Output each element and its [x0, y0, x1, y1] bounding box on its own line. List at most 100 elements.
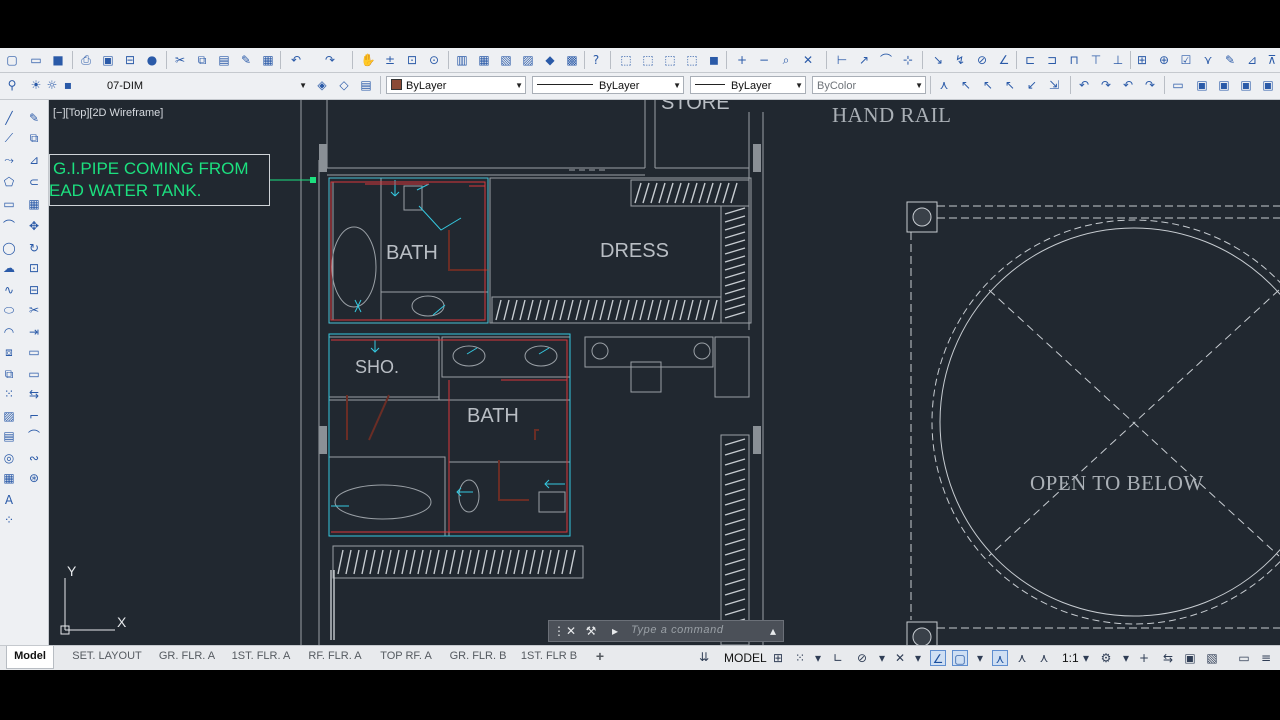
region-icon[interactable]: ◎: [1, 450, 17, 466]
fullscreen-icon[interactable]: ▭: [1236, 650, 1252, 666]
table-style-icon[interactable]: ↷: [1098, 77, 1114, 93]
zoom-window-icon[interactable]: ⊡: [404, 52, 420, 68]
infer-constraints-icon[interactable]: ∟: [830, 650, 846, 666]
tab-gr-flr-b[interactable]: GR. FLR. B: [445, 646, 511, 668]
chevron-down-icon[interactable]: ▾: [1078, 650, 1094, 666]
annotation-monitor-icon[interactable]: +: [1136, 650, 1152, 666]
circle-icon[interactable]: ◯: [1, 240, 17, 256]
isolate-objects-icon[interactable]: ⇆: [1160, 650, 1176, 666]
named-views-icon[interactable]: ▣: [1216, 77, 1232, 93]
layer-manager-icon[interactable]: ▤: [358, 77, 374, 93]
make-block-icon[interactable]: ⧉: [1, 366, 17, 382]
sheet-set-icon[interactable]: ▨: [520, 52, 536, 68]
lineweight-dropdown[interactable]: ByLayer ▼: [690, 76, 806, 94]
point-icon[interactable]: ⁙: [1, 386, 17, 402]
join-icon[interactable]: ⇆: [26, 386, 42, 402]
zoom-center-icon[interactable]: ◼: [706, 52, 722, 68]
make-current-icon[interactable]: ◈: [314, 77, 330, 93]
tab-rf-flr-a[interactable]: RF. FLR. A: [303, 646, 367, 668]
annotation-scale-icon[interactable]: ⋏: [1036, 650, 1052, 666]
zoom-all-icon[interactable]: ⬚: [640, 52, 656, 68]
dimension-diameter-icon[interactable]: ⊘: [974, 52, 990, 68]
markup-icon[interactable]: ◆: [542, 52, 558, 68]
polar-tracking-icon[interactable]: ⊘: [854, 650, 870, 666]
chevron-down-icon[interactable]: ▾: [972, 650, 988, 666]
hatch-icon[interactable]: ▨: [1, 408, 17, 424]
tolerance-icon[interactable]: ⊞: [1134, 52, 1150, 68]
leader-remove-icon[interactable]: ↖: [1002, 77, 1018, 93]
dimension-arc-icon[interactable]: ⌒: [878, 52, 894, 68]
erase-icon[interactable]: ✎: [26, 110, 42, 126]
ellipse-icon[interactable]: ⬭: [1, 302, 17, 318]
insert-block-icon[interactable]: ⧈: [1, 344, 17, 360]
walk-fly-icon[interactable]: ▣: [1260, 77, 1276, 93]
construction-line-icon[interactable]: ⟋: [1, 130, 17, 146]
clean-screen-icon[interactable]: ▧: [1204, 650, 1220, 666]
gradient-icon[interactable]: ▤: [1, 428, 17, 444]
customize-icon[interactable]: ⚒: [583, 623, 599, 639]
center-mark-icon[interactable]: ⊕: [1156, 52, 1172, 68]
dimension-angular-icon[interactable]: ∠: [996, 52, 1012, 68]
plot-preview-icon[interactable]: ▣: [100, 52, 116, 68]
viewport-controls[interactable]: [−][Top][2D Wireframe]: [53, 107, 163, 119]
stretch-icon[interactable]: ⊟: [26, 282, 42, 298]
dimension-ordinate-icon[interactable]: ⊹: [900, 52, 916, 68]
polygon-icon[interactable]: ⬠: [1, 174, 17, 190]
design-center-icon[interactable]: ▦: [476, 52, 492, 68]
arc-length-icon[interactable]: ↶: [1076, 77, 1092, 93]
customize-status-icon[interactable]: ≡: [1258, 650, 1274, 666]
dimension-jogged-icon[interactable]: ↯: [952, 52, 968, 68]
publish-web-icon[interactable]: ●: [144, 52, 160, 68]
paste-icon[interactable]: ▤: [216, 52, 232, 68]
snap-icon[interactable]: ⁙: [792, 650, 808, 666]
model-space-canvas[interactable]: [−][Top][2D Wireframe] G.I.PIPE COMING F…: [49, 100, 1280, 645]
tab-set-layout[interactable]: SET. LAYOUT: [64, 646, 150, 668]
chevron-down-icon[interactable]: ▾: [910, 650, 926, 666]
layer-state-icon[interactable]: ⚲: [4, 77, 20, 93]
tab-1st-flr-a[interactable]: 1ST. FLR. A: [226, 646, 296, 668]
inspection-icon[interactable]: ☑: [1178, 52, 1194, 68]
new-file-icon[interactable]: ▢: [4, 52, 20, 68]
quick-dimension-icon[interactable]: ⊏: [1022, 52, 1038, 68]
zoom-extents-icon[interactable]: ⬚: [618, 52, 634, 68]
close-icon[interactable]: ✕: [563, 623, 579, 639]
zoom-realtime-icon[interactable]: ±: [382, 52, 398, 68]
zoom-previous-icon[interactable]: ⊙: [426, 52, 442, 68]
jogged-linear-icon[interactable]: ⋎: [1200, 52, 1216, 68]
line-icon[interactable]: ╱: [1, 110, 17, 126]
tab-top-rf-a[interactable]: TOP RF. A: [373, 646, 439, 668]
trim-icon[interactable]: ✂: [26, 302, 42, 318]
model-space-toggle[interactable]: MODEL: [724, 651, 767, 665]
tool-palettes-icon[interactable]: ▧: [498, 52, 514, 68]
add-layout-button[interactable]: +: [590, 646, 610, 668]
tab-1st-flr-b[interactable]: 1ST. FLR B: [516, 646, 582, 668]
chevron-down-icon[interactable]: ▾: [810, 650, 826, 666]
linetype-dropdown[interactable]: ByLayer ▼: [532, 76, 684, 94]
polyline-icon[interactable]: ⤳: [1, 152, 17, 168]
layer-dropdown[interactable]: 07-DIM ▼: [76, 76, 310, 94]
command-history-icon[interactable]: ▴: [765, 623, 781, 639]
calculator-icon[interactable]: ▩: [564, 52, 580, 68]
explode-icon[interactable]: ⊛: [26, 470, 42, 486]
redo-icon[interactable]: ↷: [322, 52, 338, 68]
plotstyle-dropdown[interactable]: ByColor ▼: [812, 76, 926, 94]
hardware-acceleration-icon[interactable]: ▣: [1182, 650, 1198, 666]
dimension-update-icon[interactable]: ⊼: [1264, 52, 1280, 68]
undo-icon[interactable]: ↶: [288, 52, 304, 68]
chamfer-icon[interactable]: ⌐: [26, 408, 42, 424]
multileader-icon[interactable]: ↖: [958, 77, 974, 93]
multiline-text-icon[interactable]: A: [1, 492, 17, 508]
chevron-down-icon[interactable]: ▾: [874, 650, 890, 666]
zoom-in-icon[interactable]: +: [734, 52, 750, 68]
array-icon[interactable]: ▦: [26, 196, 42, 212]
blend-icon[interactable]: ∾: [26, 450, 42, 466]
zoom-object-icon[interactable]: ⌕: [778, 52, 794, 68]
mirror-icon[interactable]: ⊿: [26, 152, 42, 168]
tab-gr-flr-a[interactable]: GR. FLR. A: [154, 646, 220, 668]
table-icon[interactable]: ▦: [1, 470, 17, 486]
mleader-style-icon[interactable]: ↶: [1120, 77, 1136, 93]
dimension-text-edit-icon[interactable]: ⊿: [1244, 52, 1260, 68]
zoom-scale-icon[interactable]: ⬚: [684, 52, 700, 68]
object-snap-icon[interactable]: ▢: [952, 650, 968, 666]
extend-icon[interactable]: ⇥: [26, 324, 42, 340]
